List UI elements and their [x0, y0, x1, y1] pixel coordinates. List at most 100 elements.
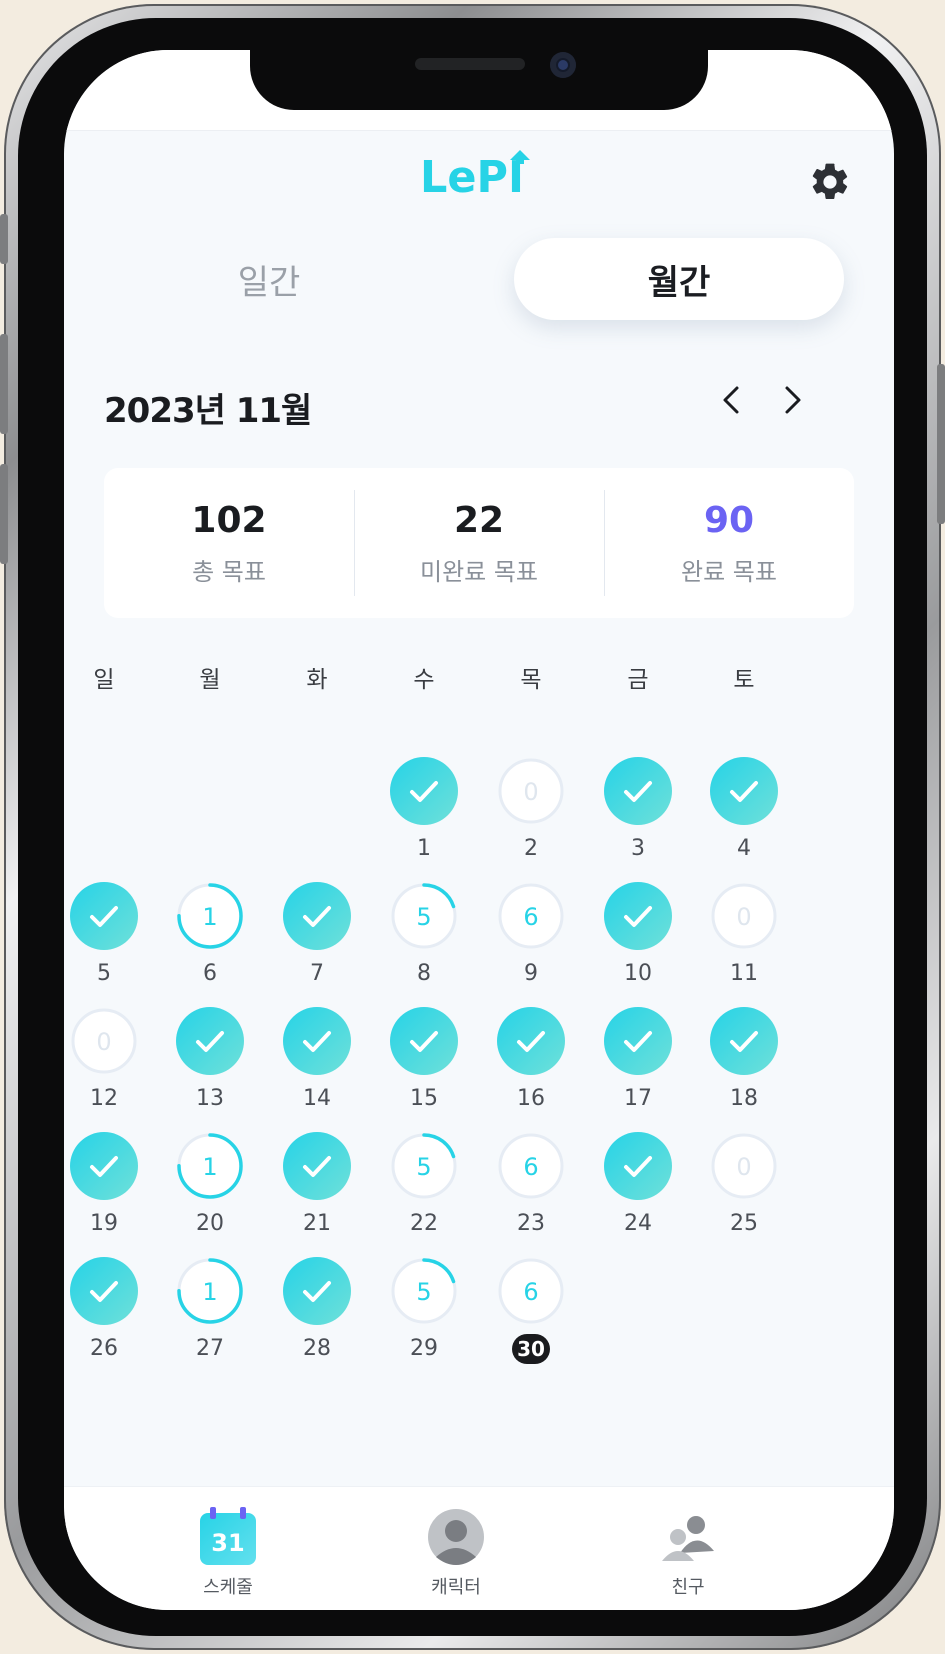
logo-text: LePI [420, 152, 524, 196]
day-goal-count: 5 [416, 903, 431, 931]
volume-down-button [0, 464, 8, 564]
day-number: 24 [624, 1211, 652, 1236]
stat-complete-label: 완료 목표 [681, 558, 777, 586]
character-icon [428, 1509, 484, 1565]
calendar-day[interactable]: 3 [602, 756, 674, 866]
progress-ring: 0 [498, 758, 564, 824]
weekday-sun: 일 [93, 667, 115, 693]
calendar-day[interactable]: 6 23 [495, 1131, 567, 1241]
check-circle-icon [283, 1257, 351, 1325]
day-number: 9 [524, 961, 538, 986]
weekday-fri: 금 [627, 667, 649, 693]
tab-daily[interactable]: 일간 [104, 238, 434, 320]
progress-ring: 0 [71, 1008, 137, 1074]
tab-character[interactable]: 캐릭터 [356, 1487, 556, 1610]
front-camera [550, 52, 576, 78]
tab-friends[interactable]: 친구 [588, 1487, 788, 1610]
volume-up-button [0, 334, 8, 434]
check-circle-icon [283, 882, 351, 950]
tab-schedule[interactable]: 31 스케줄 [128, 1487, 328, 1610]
calendar-day[interactable]: 1 27 [174, 1256, 246, 1366]
calendar-day[interactable]: 15 [388, 1006, 460, 1116]
day-number: 19 [90, 1211, 118, 1236]
bottom-tab-bar: 31 스케줄 캐릭터 친구 [64, 1486, 894, 1610]
day-number: 14 [303, 1086, 331, 1111]
check-circle-icon [390, 1007, 458, 1075]
tab-monthly[interactable]: 월간 [514, 238, 844, 320]
check-circle-icon [604, 882, 672, 950]
calendar-day[interactable]: 24 [602, 1131, 674, 1241]
day-number: 28 [303, 1336, 331, 1361]
day-number: 25 [730, 1211, 758, 1236]
calendar-day[interactable]: 18 [708, 1006, 780, 1116]
calendar-day[interactable]: 16 [174, 881, 246, 991]
day-number: 4 [737, 836, 751, 861]
progress-ring: 6 [498, 883, 564, 949]
progress-ring: 5 [391, 1133, 457, 1199]
power-button [937, 364, 945, 524]
gear-icon[interactable] [808, 160, 852, 204]
calendar-day[interactable]: 58 [388, 881, 460, 991]
weekday-tue: 화 [306, 667, 328, 693]
day-number: 13 [196, 1086, 224, 1111]
day-number-today: 30 [512, 1334, 550, 1364]
speaker-grille [415, 58, 525, 70]
day-goal-count: 6 [523, 1278, 538, 1306]
chevron-left-icon[interactable] [714, 380, 750, 420]
day-number: 23 [517, 1211, 545, 1236]
day-goal-count: 1 [202, 1153, 217, 1181]
day-number: 17 [624, 1086, 652, 1111]
calendar-day[interactable]: 5 [68, 881, 140, 991]
calendar-badge: 31 [211, 1529, 244, 1557]
calendar-day[interactable]: 16 [495, 1006, 567, 1116]
calendar-icon: 31 [200, 1507, 256, 1565]
calendar-day[interactable]: 6 30 [495, 1256, 567, 1366]
calendar-day[interactable]: 1 20 [174, 1131, 246, 1241]
app-logo: LePI [420, 150, 530, 196]
calendar-day[interactable]: 21 [281, 1131, 353, 1241]
calendar-day[interactable]: 0 25 [708, 1131, 780, 1241]
check-circle-icon [497, 1007, 565, 1075]
chevron-right-icon[interactable] [774, 380, 810, 420]
calendar-day[interactable]: 5 22 [388, 1131, 460, 1241]
calendar-day[interactable]: 17 [602, 1006, 674, 1116]
calendar-day[interactable]: 28 [281, 1256, 353, 1366]
day-number: 12 [90, 1086, 118, 1111]
progress-ring: 6 [498, 1133, 564, 1199]
calendar-day[interactable]: 0 11 [708, 881, 780, 991]
friends-icon [662, 1516, 714, 1561]
calendar-day[interactable]: 69 [495, 881, 567, 991]
stat-total: 102 총 목표 [104, 468, 354, 618]
stat-total-value: 102 [191, 500, 267, 541]
day-goal-count: 1 [202, 903, 217, 931]
calendar-day[interactable]: 7 [281, 881, 353, 991]
calendar-day[interactable]: 19 [68, 1131, 140, 1241]
stats-card: 102 총 목표 22 미완료 목표 90 완료 목표 [104, 468, 854, 618]
day-goal-count: 5 [416, 1278, 431, 1306]
day-number: 2 [524, 836, 538, 861]
day-goal-count: 6 [523, 903, 538, 931]
day-number: 8 [417, 961, 431, 986]
calendar-day[interactable]: 26 [68, 1256, 140, 1366]
calendar-day[interactable]: 4 [708, 756, 780, 866]
check-circle-icon [70, 882, 138, 950]
day-goal-count: 6 [523, 1153, 538, 1181]
calendar-day[interactable]: 13 [174, 1006, 246, 1116]
calendar-day[interactable]: 10 [602, 881, 674, 991]
tab-schedule-label: 스케줄 [203, 1577, 253, 1598]
day-number: 16 [517, 1086, 545, 1111]
stat-incomplete: 22 미완료 목표 [354, 468, 604, 618]
day-number: 15 [410, 1086, 438, 1111]
mute-switch [0, 214, 8, 264]
calendar-day[interactable]: 5 29 [388, 1256, 460, 1366]
weekday-mon: 월 [199, 667, 221, 693]
calendar-day[interactable]: 02 [495, 756, 567, 866]
day-number: 26 [90, 1336, 118, 1361]
calendar-day[interactable]: 14 [281, 1006, 353, 1116]
calendar-day[interactable]: 0 12 [68, 1006, 140, 1116]
check-circle-icon [604, 1007, 672, 1075]
day-number: 11 [730, 961, 758, 986]
progress-ring: 1 [177, 1258, 243, 1324]
day-number: 21 [303, 1211, 331, 1236]
calendar-day[interactable]: 1 [388, 756, 460, 866]
